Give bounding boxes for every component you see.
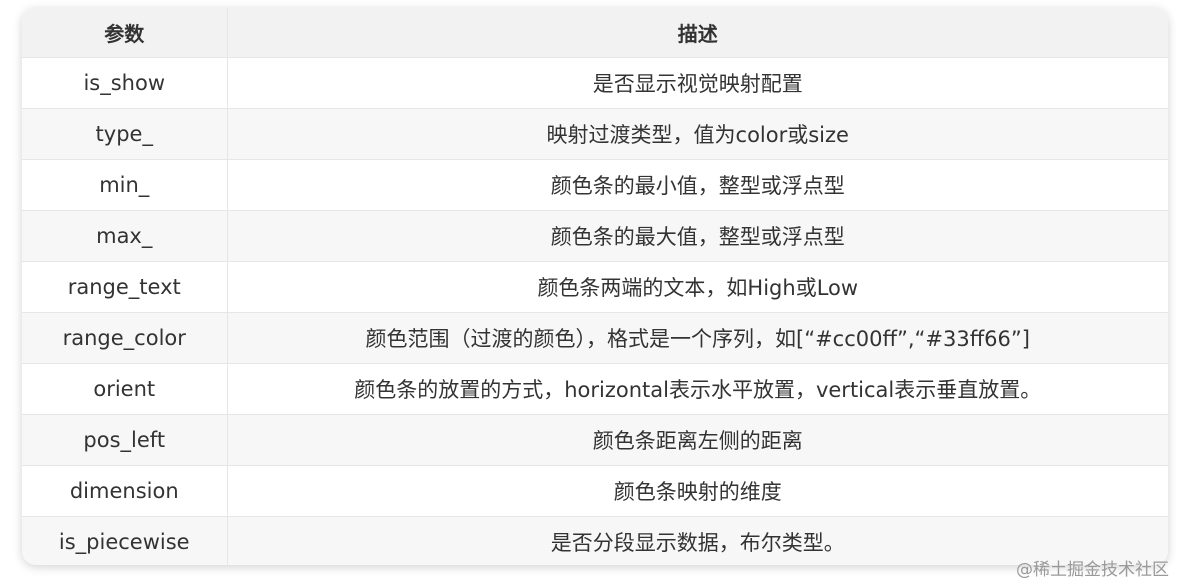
description-cell: 颜色条两端的文本，如High或Low <box>226 261 1168 313</box>
table-row: dimension 颜色条映射的维度 <box>22 465 1168 517</box>
param-cell: is_show <box>22 57 227 109</box>
table-row: pos_left 颜色条距离左侧的距离 <box>22 414 1168 466</box>
table-row: min_ 颜色条的最小值，整型或浮点型 <box>22 159 1168 211</box>
table-row: range_text 颜色条两端的文本，如High或Low <box>22 261 1168 313</box>
param-cell: max_ <box>22 210 227 262</box>
param-cell: range_color <box>22 312 227 364</box>
table-header-row: 参数 描述 <box>22 8 1168 58</box>
param-cell: is_piecewise <box>22 516 227 565</box>
header-description: 描述 <box>226 8 1168 58</box>
table-row: orient 颜色条的放置的方式，horizontal表示水平放置，vertic… <box>22 363 1168 415</box>
description-cell: 颜色条映射的维度 <box>226 465 1168 517</box>
param-cell: range_text <box>22 261 227 313</box>
param-cell: orient <box>22 363 227 415</box>
parameter-table: 参数 描述 is_show 是否显示视觉映射配置 type_ 映射过渡类型，值为… <box>22 8 1168 565</box>
description-cell: 是否显示视觉映射配置 <box>226 57 1168 109</box>
description-cell: 映射过渡类型，值为color或size <box>226 108 1168 160</box>
parameter-table-card: 参数 描述 is_show 是否显示视觉映射配置 type_ 映射过渡类型，值为… <box>22 8 1168 565</box>
header-param: 参数 <box>22 8 227 58</box>
table-row: max_ 颜色条的最大值，整型或浮点型 <box>22 210 1168 262</box>
param-cell: min_ <box>22 159 227 211</box>
table-row: is_piecewise 是否分段显示数据，布尔类型。 <box>22 516 1168 565</box>
table-row: range_color 颜色范围（过渡的颜色），格式是一个序列，如[“#cc00… <box>22 312 1168 364</box>
param-cell: pos_left <box>22 414 227 466</box>
description-cell: 颜色条的放置的方式，horizontal表示水平放置，vertical表示垂直放… <box>226 363 1168 415</box>
watermark: @稀土掘金技术社区 <box>1016 560 1169 580</box>
description-cell: 颜色条的最小值，整型或浮点型 <box>226 159 1168 211</box>
param-cell: type_ <box>22 108 227 160</box>
table-row: is_show 是否显示视觉映射配置 <box>22 57 1168 109</box>
param-cell: dimension <box>22 465 227 517</box>
description-cell: 颜色条的最大值，整型或浮点型 <box>226 210 1168 262</box>
table-row: type_ 映射过渡类型，值为color或size <box>22 108 1168 160</box>
description-cell: 颜色条距离左侧的距离 <box>226 414 1168 466</box>
description-cell: 颜色范围（过渡的颜色），格式是一个序列，如[“#cc00ff”,“#33ff66… <box>226 312 1168 364</box>
